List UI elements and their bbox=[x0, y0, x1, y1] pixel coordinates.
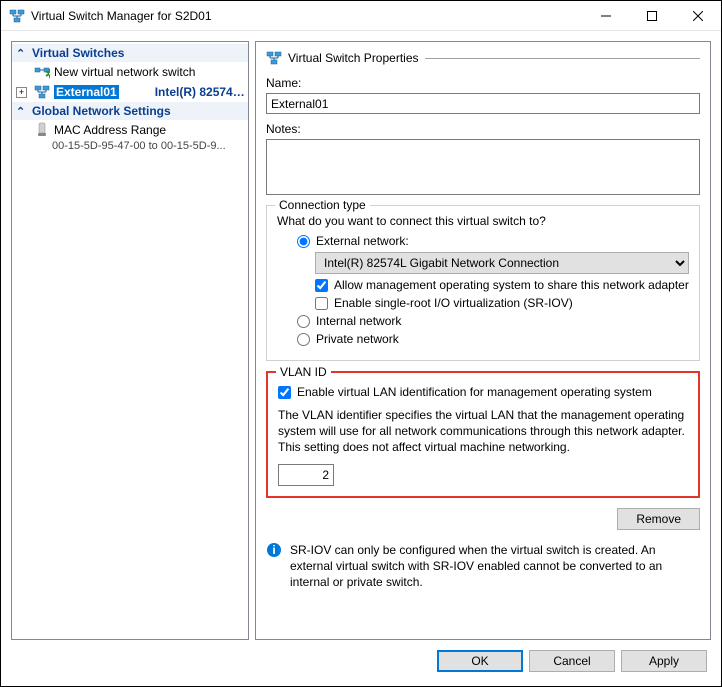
vlan-id-input[interactable] bbox=[278, 464, 334, 486]
tree-selected-adapter: Intel(R) 82574L Gigabit Netwo... bbox=[119, 85, 248, 99]
private-label: Private network bbox=[316, 332, 399, 346]
tree-item-mac-range[interactable]: MAC Address Range bbox=[12, 120, 248, 140]
switch-icon bbox=[266, 50, 282, 66]
collapse-icon: ⌃ bbox=[16, 105, 28, 118]
vlan-enable-row[interactable]: Enable virtual LAN identification for ma… bbox=[278, 385, 688, 399]
expander-icon[interactable]: + bbox=[16, 87, 27, 98]
tree-mac-range-detail: 00-15-5D-95-47-00 to 00-15-5D-9... bbox=[12, 140, 248, 152]
internal-network-radio-row[interactable]: Internal network bbox=[277, 314, 689, 328]
name-input[interactable] bbox=[266, 93, 700, 114]
tree-header-virtual-switches[interactable]: ⌃ Virtual Switches bbox=[12, 44, 248, 62]
minimize-button[interactable] bbox=[583, 1, 629, 31]
svg-text:✲: ✲ bbox=[45, 67, 50, 80]
window: Virtual Switch Manager for S2D01 ⌃ Virtu… bbox=[0, 0, 722, 687]
tree-item-label: MAC Address Range bbox=[54, 123, 166, 137]
external-radio[interactable] bbox=[297, 235, 310, 248]
tree-header-label: Virtual Switches bbox=[32, 46, 124, 60]
name-label: Name: bbox=[266, 76, 700, 90]
apply-button[interactable]: Apply bbox=[621, 650, 707, 672]
switch-icon bbox=[34, 84, 50, 100]
window-title: Virtual Switch Manager for S2D01 bbox=[31, 9, 583, 23]
cancel-button[interactable]: Cancel bbox=[529, 650, 615, 672]
allow-mgmt-label: Allow management operating system to sha… bbox=[334, 278, 689, 292]
allow-mgmt-row[interactable]: Allow management operating system to sha… bbox=[277, 278, 689, 292]
connection-type-question: What do you want to connect this virtual… bbox=[277, 214, 689, 228]
tree-item-external01[interactable]: + External01 Intel(R) 82574L Gigabit bbox=[12, 82, 248, 102]
vlan-fieldset: VLAN ID Enable virtual LAN identificatio… bbox=[266, 371, 700, 498]
sriov-row[interactable]: Enable single-root I/O virtualization (S… bbox=[277, 296, 689, 310]
ok-button[interactable]: OK bbox=[437, 650, 523, 672]
window-controls bbox=[583, 1, 721, 31]
panes: ⌃ Virtual Switches ✲ New virtual network… bbox=[11, 41, 711, 640]
close-button[interactable] bbox=[675, 1, 721, 31]
section-header: Virtual Switch Properties bbox=[266, 50, 700, 66]
sriov-label: Enable single-root I/O virtualization (S… bbox=[334, 296, 573, 310]
internal-radio[interactable] bbox=[297, 315, 310, 328]
new-switch-icon: ✲ bbox=[34, 64, 50, 80]
external-network-radio-row[interactable]: External network: bbox=[277, 234, 689, 248]
connection-type-fieldset: Connection type What do you want to conn… bbox=[266, 205, 700, 361]
adapter-select[interactable]: Intel(R) 82574L Gigabit Network Connecti… bbox=[315, 252, 689, 274]
content: ⌃ Virtual Switches ✲ New virtual network… bbox=[1, 31, 721, 686]
external-label: External network: bbox=[316, 234, 409, 248]
svg-text:i: i bbox=[272, 543, 275, 557]
tree-selected-label: External01 bbox=[54, 85, 119, 99]
maximize-button[interactable] bbox=[629, 1, 675, 31]
allow-mgmt-checkbox[interactable] bbox=[315, 279, 328, 292]
properties-header: Virtual Switch Properties bbox=[288, 51, 419, 65]
vlan-enable-checkbox[interactable] bbox=[278, 386, 291, 399]
private-radio[interactable] bbox=[297, 333, 310, 346]
vlan-description: The VLAN identifier specifies the virtua… bbox=[278, 407, 688, 456]
titlebar: Virtual Switch Manager for S2D01 bbox=[1, 1, 721, 31]
sriov-info-text: SR-IOV can only be configured when the v… bbox=[290, 542, 700, 591]
notes-input[interactable] bbox=[266, 139, 700, 195]
info-icon: i bbox=[266, 542, 282, 558]
tree-header-global-settings[interactable]: ⌃ Global Network Settings bbox=[12, 102, 248, 120]
mac-range-icon bbox=[34, 122, 50, 138]
connection-type-legend: Connection type bbox=[275, 198, 370, 212]
tree-pane: ⌃ Virtual Switches ✲ New virtual network… bbox=[11, 41, 249, 640]
sriov-info-row: i SR-IOV can only be configured when the… bbox=[266, 542, 700, 591]
vlan-enable-label: Enable virtual LAN identification for ma… bbox=[297, 385, 652, 399]
tree-header-label: Global Network Settings bbox=[32, 104, 171, 118]
internal-label: Internal network bbox=[316, 314, 401, 328]
private-network-radio-row[interactable]: Private network bbox=[277, 332, 689, 346]
notes-label: Notes: bbox=[266, 122, 700, 136]
collapse-icon: ⌃ bbox=[16, 47, 28, 60]
sriov-checkbox[interactable] bbox=[315, 297, 328, 310]
tree-item-new-switch[interactable]: ✲ New virtual network switch bbox=[12, 62, 248, 82]
tree-item-label: New virtual network switch bbox=[54, 65, 195, 79]
remove-button[interactable]: Remove bbox=[617, 508, 700, 530]
detail-pane: Virtual Switch Properties Name: Notes: C… bbox=[255, 41, 711, 640]
dialog-buttons: OK Cancel Apply bbox=[11, 640, 711, 676]
app-icon bbox=[9, 8, 25, 24]
vlan-legend: VLAN ID bbox=[276, 365, 331, 379]
